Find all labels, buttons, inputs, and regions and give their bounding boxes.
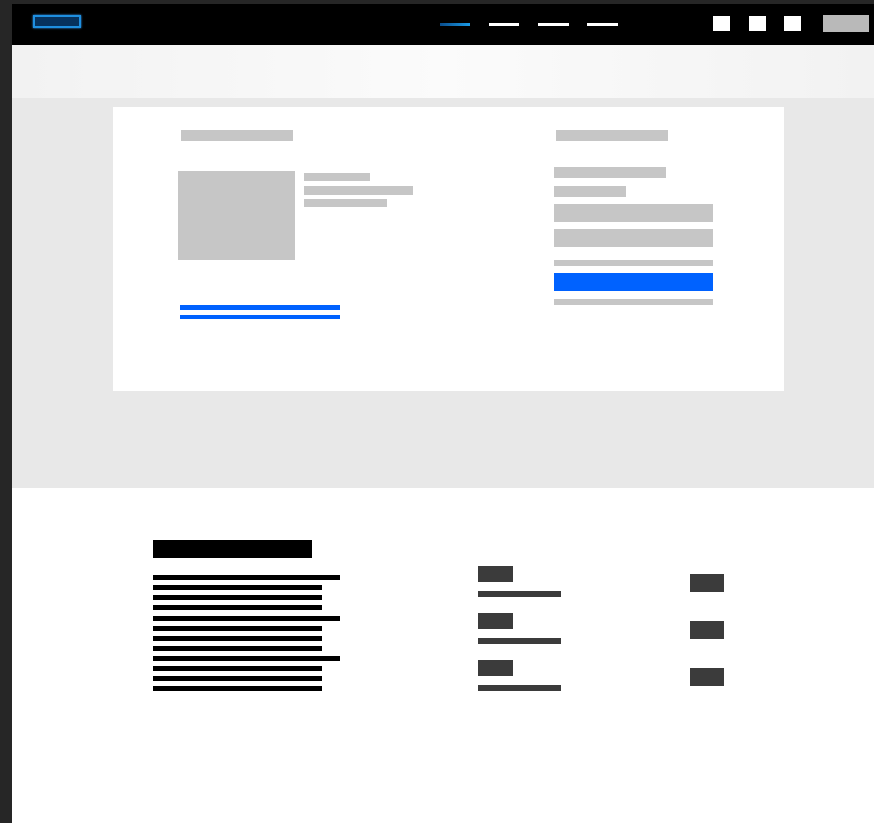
footer-text-line: [153, 575, 340, 580]
form-note: [554, 260, 713, 266]
footer-text-line: [153, 585, 322, 590]
form-footnote: [554, 299, 713, 305]
nav-item-2[interactable]: [489, 23, 519, 26]
sub-header-band: [12, 45, 874, 98]
notification-icon[interactable]: [749, 16, 766, 31]
nav-item-3[interactable]: [538, 23, 569, 26]
footer-text-line: [153, 616, 340, 621]
nav-item-1[interactable]: [440, 23, 470, 26]
form-input-2[interactable]: [554, 229, 713, 247]
main-card: [113, 107, 784, 391]
left-panel-title: [181, 130, 293, 141]
top-navigation-bar: [12, 4, 874, 45]
nav-item-4[interactable]: [587, 23, 618, 26]
product-name-text: [304, 173, 370, 181]
footer-link-icon[interactable]: [478, 660, 513, 676]
footer-text-line: [153, 676, 322, 681]
search-icon[interactable]: [713, 16, 730, 31]
user-icon[interactable]: [784, 16, 801, 31]
footer-text-line: [153, 646, 322, 651]
form-label-2: [554, 186, 626, 197]
footer-heading: [153, 540, 312, 558]
product-detail-text: [304, 186, 413, 195]
footer-text-line: [153, 656, 340, 661]
footer-text-line: [153, 595, 322, 600]
footer-text-line: [153, 686, 322, 691]
footer-social-icon[interactable]: [690, 621, 724, 639]
footer-text-line: [153, 626, 322, 631]
account-button[interactable]: [823, 15, 869, 32]
page: [12, 4, 874, 823]
brand-logo-icon[interactable]: [33, 15, 81, 28]
footer-social-icon[interactable]: [690, 668, 724, 686]
secondary-link[interactable]: [180, 315, 340, 319]
footer-link[interactable]: [478, 591, 561, 597]
footer-social-icon[interactable]: [690, 574, 724, 592]
footer-link-icon[interactable]: [478, 566, 513, 582]
footer-text-line: [153, 605, 322, 610]
submit-button[interactable]: [554, 273, 713, 291]
product-image-placeholder: [178, 171, 295, 260]
footer-text-line: [153, 636, 322, 641]
form-label-1: [554, 167, 666, 178]
primary-link[interactable]: [180, 305, 340, 310]
footer-link-icon[interactable]: [478, 613, 513, 629]
form-input-1[interactable]: [554, 204, 713, 222]
footer-text-line: [153, 666, 322, 671]
product-meta-text: [304, 199, 387, 207]
footer-link[interactable]: [478, 638, 561, 644]
footer-link[interactable]: [478, 685, 561, 691]
right-panel-title: [556, 130, 668, 141]
